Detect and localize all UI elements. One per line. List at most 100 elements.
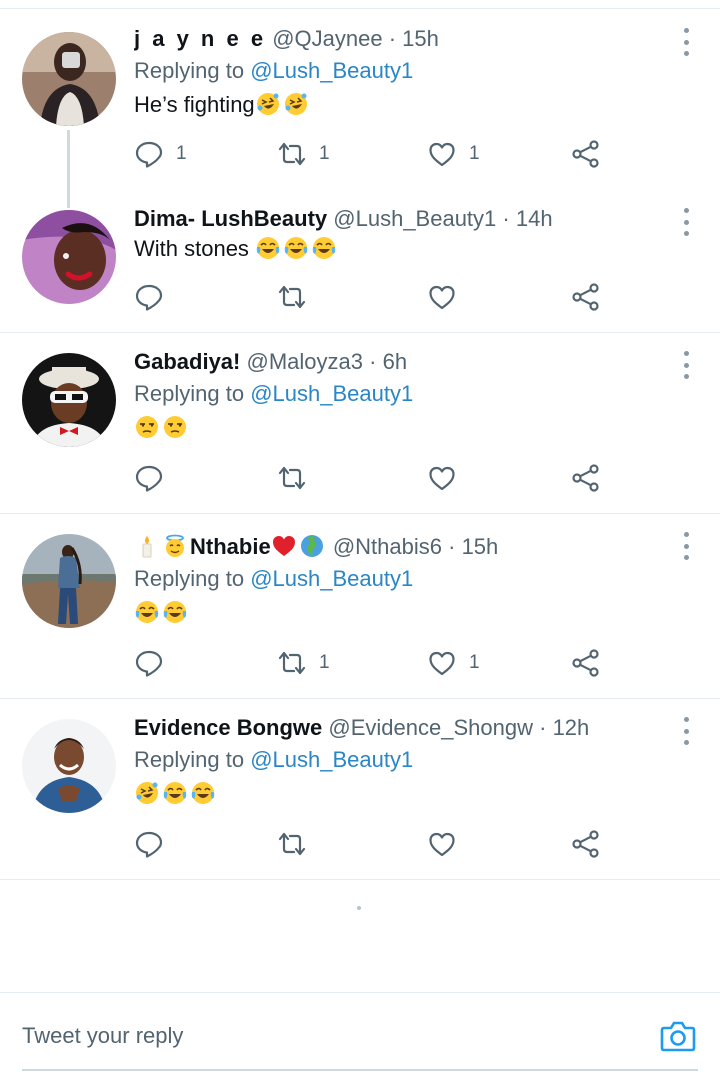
- retweet-button[interactable]: [277, 461, 319, 495]
- reply-button[interactable]: [134, 827, 176, 861]
- reply-input[interactable]: Tweet your reply: [22, 1023, 183, 1049]
- avatar[interactable]: [22, 534, 116, 628]
- share-icon: [572, 140, 599, 168]
- tweet-actions: [134, 461, 614, 495]
- display-name[interactable]: Evidence Bongwe: [134, 715, 322, 740]
- more-vertical-icon[interactable]: [682, 351, 690, 379]
- like-button[interactable]: [427, 827, 469, 861]
- display-name[interactable]: Dima- LushBeauty: [134, 206, 327, 231]
- tweet[interactable]: Evidence Bongwe @Evidence_Shongw · 12h R…: [0, 699, 720, 880]
- candle-emoji: [134, 533, 160, 559]
- replying-to: Replying to @Lush_Beauty1: [134, 379, 670, 409]
- timestamp[interactable]: 12h: [553, 715, 590, 740]
- share-button[interactable]: [571, 461, 601, 495]
- separator: ·: [448, 534, 456, 559]
- heart-icon: [429, 466, 455, 491]
- tweet-header: Dima- LushBeauty @Lush_Beauty1 · 14h: [134, 204, 670, 234]
- red-heart-emoji: [271, 533, 297, 559]
- tweet-header: j a y n e e @QJaynee · 15h: [134, 24, 670, 54]
- comment-icon: [135, 141, 163, 168]
- retweet-icon: [278, 285, 306, 309]
- camera-button[interactable]: [660, 1019, 696, 1058]
- joy-emoji: [162, 599, 188, 625]
- user-handle[interactable]: @QJaynee: [272, 26, 382, 51]
- user-handle[interactable]: @Lush_Beauty1: [333, 206, 496, 231]
- share-button[interactable]: [571, 280, 601, 314]
- comment-icon: [135, 284, 163, 311]
- reply-button[interactable]: [134, 461, 176, 495]
- heart-icon: [429, 142, 455, 167]
- heart-icon: [429, 832, 455, 857]
- timestamp[interactable]: 14h: [516, 206, 553, 231]
- replying-to: Replying to @Lush_Beauty1: [134, 564, 670, 594]
- mention-link[interactable]: @Lush_Beauty1: [250, 747, 413, 772]
- rofl-emoji: [255, 91, 281, 117]
- avatar[interactable]: [22, 719, 116, 813]
- display-name[interactable]: Gabadiya!: [134, 349, 240, 374]
- top-divider: [0, 8, 720, 9]
- tweet[interactable]: Gabadiya! @Maloyza3 · 6h Replying to @Lu…: [0, 333, 720, 514]
- joy-emoji: [162, 780, 188, 806]
- unamused-emoji: [162, 414, 188, 440]
- replying-to: Replying to @Lush_Beauty1: [134, 745, 670, 775]
- share-button[interactable]: [571, 646, 601, 680]
- reply-button[interactable]: 1: [134, 137, 187, 171]
- replying-label: Replying to: [134, 58, 245, 83]
- mention-link[interactable]: @Lush_Beauty1: [250, 566, 413, 591]
- user-handle[interactable]: @Evidence_Shongw: [328, 715, 533, 740]
- reply-button[interactable]: [134, 280, 176, 314]
- more-vertical-icon[interactable]: [682, 28, 690, 56]
- user-handle[interactable]: @Maloyza3: [247, 349, 364, 374]
- more-vertical-icon[interactable]: [682, 717, 690, 745]
- more-vertical-icon[interactable]: [682, 532, 690, 560]
- tweet-actions: [134, 280, 614, 314]
- like-button[interactable]: [427, 280, 469, 314]
- retweet-button[interactable]: 1: [277, 646, 330, 680]
- retweet-button[interactable]: [277, 280, 319, 314]
- display-name[interactable]: j a y n e e: [134, 26, 266, 51]
- user-handle[interactable]: @Nthabis6: [333, 534, 442, 559]
- retweet-icon: [278, 651, 306, 675]
- tweet-header: Nthabie @Nthabis6 · 15h: [134, 532, 670, 562]
- share-button[interactable]: [571, 827, 601, 861]
- tweet-text: [134, 598, 670, 628]
- reply-composer: Tweet your reply: [0, 992, 720, 1080]
- like-count: 1: [469, 143, 480, 164]
- tweet-header: Evidence Bongwe @Evidence_Shongw · 12h: [134, 713, 670, 743]
- reply-count: 1: [176, 143, 187, 164]
- like-button[interactable]: 1: [427, 646, 480, 680]
- share-button[interactable]: [571, 137, 601, 171]
- tweet[interactable]: Nthabie @Nthabis6 · 15h Replying to @Lus…: [0, 514, 720, 699]
- timestamp[interactable]: 6h: [383, 349, 407, 374]
- retweet-button[interactable]: 1: [277, 137, 330, 171]
- separator: ·: [369, 349, 377, 374]
- avatar[interactable]: [22, 32, 116, 126]
- separator: ·: [539, 715, 547, 740]
- tweet-text: He’s fighting: [134, 90, 670, 120]
- retweet-button[interactable]: [277, 827, 319, 861]
- retweet-count: 1: [319, 143, 330, 164]
- timestamp[interactable]: 15h: [462, 534, 499, 559]
- angel-emoji: [162, 533, 188, 559]
- timestamp[interactable]: 15h: [402, 26, 439, 51]
- share-icon: [572, 649, 599, 677]
- reply-button[interactable]: [134, 646, 176, 680]
- avatar[interactable]: [22, 353, 116, 447]
- tweet-actions: 1 1: [134, 646, 614, 680]
- tweet-actions: [134, 827, 614, 861]
- tweet[interactable]: Dima- LushBeauty @Lush_Beauty1 · 14h Wit…: [0, 190, 720, 333]
- mention-link[interactable]: @Lush_Beauty1: [250, 58, 413, 83]
- joy-emoji: [255, 235, 281, 261]
- display-name[interactable]: Nthabie: [190, 534, 271, 559]
- more-vertical-icon[interactable]: [682, 208, 690, 236]
- tweet-actions: 1 1 1: [134, 137, 614, 171]
- retweet-count: 1: [319, 652, 330, 673]
- retweet-icon: [278, 832, 306, 856]
- like-button[interactable]: [427, 461, 469, 495]
- like-count: 1: [469, 652, 480, 673]
- mention-link[interactable]: @Lush_Beauty1: [250, 381, 413, 406]
- tweet[interactable]: j a y n e e @QJaynee · 15h Replying to @…: [0, 10, 720, 208]
- like-button[interactable]: 1: [427, 137, 480, 171]
- avatar[interactable]: [22, 210, 116, 304]
- separator: ·: [502, 206, 510, 231]
